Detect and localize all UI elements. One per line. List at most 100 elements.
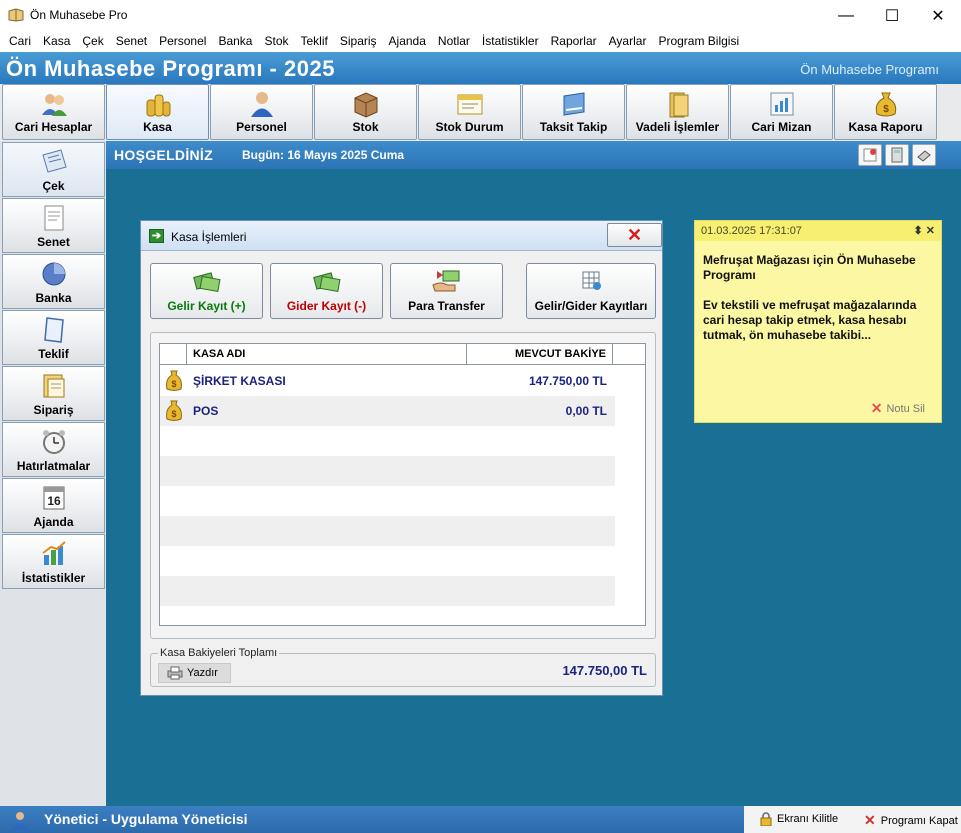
- sidebar-item-siparis[interactable]: Sipariş: [2, 366, 105, 421]
- quit-program-button[interactable]: ✕ Programı Kapat: [864, 812, 958, 829]
- note-body: Mefruşat Mağazası için Ön Muhasebe Progr…: [703, 253, 917, 342]
- toolbar-taksit-takip-button[interactable]: Taksit Takip: [522, 84, 625, 140]
- money-icon: [312, 272, 340, 293]
- column-header-kasa-adi[interactable]: KASA ADI: [187, 344, 467, 365]
- menu-senet[interactable]: Senet: [110, 31, 153, 52]
- menu-stok[interactable]: Stok: [258, 31, 294, 52]
- toolbar-label: Kasa: [143, 120, 172, 134]
- menu-notlar[interactable]: Notlar: [432, 31, 476, 52]
- sidebar-item-ajanda[interactable]: 16 Ajanda: [2, 478, 105, 533]
- total-balance: 147.750,00 TL: [562, 663, 647, 678]
- lock-screen-button[interactable]: Ekranı Kilitle: [760, 812, 838, 826]
- sidebar-item-senet[interactable]: Senet: [2, 198, 105, 253]
- menu-raporlar[interactable]: Raporlar: [545, 31, 603, 52]
- money-icon: [192, 272, 220, 293]
- toolbar-cari-mizan-button[interactable]: Cari Mizan: [730, 84, 833, 140]
- table-row-empty: [160, 576, 615, 606]
- notes-button[interactable]: [858, 144, 882, 166]
- sidebar-item-istatistikler[interactable]: İstatistikler: [2, 534, 105, 589]
- print-button[interactable]: Yazdır: [158, 663, 231, 683]
- toolbar-label: Stok Durum: [435, 120, 504, 134]
- sticky-note: 01.03.2025 17:31:07 ⬍ ✕ Mefruşat Mağazas…: [694, 220, 942, 423]
- status-actions: Ekranı Kilitle ✕ Programı Kapat: [744, 806, 961, 833]
- money-bag-icon: $: [875, 92, 896, 117]
- resize-icon[interactable]: ⬍: [914, 225, 923, 237]
- menu-cari[interactable]: Cari: [3, 31, 37, 52]
- toolbar-label: Cari Hesaplar: [14, 120, 93, 134]
- toolbar-personel-button[interactable]: Personel: [210, 84, 313, 140]
- table-row[interactable]: $ POS 0,00 TL: [160, 396, 615, 426]
- note-timestamp: 01.03.2025 17:31:07: [701, 225, 802, 237]
- welcome-text: HOŞGELDİNİZ: [114, 147, 213, 163]
- user-icon: [12, 812, 28, 830]
- button-label: Gider Kayıt (-): [286, 299, 367, 313]
- lock-icon: [760, 812, 772, 826]
- lock-label: Ekranı Kilitle: [777, 813, 839, 825]
- app-icon: [8, 8, 24, 22]
- alarm-clock-icon: [42, 430, 65, 454]
- statistics-icon: [41, 541, 66, 565]
- transfer-icon: [431, 270, 459, 292]
- toolbar-vadeli-islemler-button[interactable]: Vadeli İşlemler: [626, 84, 729, 140]
- cheque-icon: [41, 149, 67, 173]
- sidebar-item-teklif[interactable]: Teklif: [2, 310, 105, 365]
- sidebar-item-label: Çek: [42, 179, 65, 193]
- menu-siparis[interactable]: Sipariş: [334, 31, 383, 52]
- sidebar-item-cek[interactable]: Çek: [2, 142, 105, 197]
- note-close-icon[interactable]: ✕: [926, 225, 935, 237]
- kasa-balance: 0,00 TL: [565, 404, 607, 418]
- row-selector-header: [160, 344, 187, 365]
- menu-program-bilgisi[interactable]: Program Bilgisi: [652, 31, 745, 52]
- para-transfer-button[interactable]: Para Transfer: [390, 263, 503, 319]
- menu-bar: Cari Kasa Çek Senet Personel Banka Stok …: [0, 31, 961, 52]
- menu-teklif[interactable]: Teklif: [295, 31, 334, 52]
- sidebar-item-label: Senet: [37, 235, 70, 249]
- toolbar-kasa-raporu-button[interactable]: $ Kasa Raporu: [834, 84, 937, 140]
- gelir-kayit-button[interactable]: Gelir Kayıt (+): [150, 263, 263, 319]
- order-icon: [43, 374, 64, 398]
- card-icon: [563, 92, 584, 116]
- menu-banka[interactable]: Banka: [212, 31, 258, 52]
- toolbar-cari-hesaplar-button[interactable]: Cari Hesaplar: [2, 84, 105, 140]
- kasa-table[interactable]: KASA ADI MEVCUT BAKİYE $ ŞİRKET KASASI 1…: [159, 343, 646, 626]
- table-row-empty: [160, 606, 615, 625]
- minimize-button[interactable]: —: [823, 0, 869, 31]
- calendar-icon: 16: [43, 486, 64, 510]
- sidebar-item-hatirlatmalar[interactable]: Hatırlatmalar: [2, 422, 105, 477]
- dialog-close-button[interactable]: ✕: [607, 223, 662, 247]
- totals-legend: Kasa Bakiyeleri Toplamı: [158, 647, 280, 659]
- totals-group: Kasa Bakiyeleri Toplamı Yazdır 147.750,0…: [150, 647, 656, 687]
- toolbar-kasa-button[interactable]: Kasa: [106, 84, 209, 140]
- sidebar-item-label: Teklif: [38, 347, 69, 361]
- column-header-mevcut-bakiye[interactable]: MEVCUT BAKİYE: [467, 344, 613, 365]
- calculator-button[interactable]: [885, 144, 909, 166]
- svg-text:$: $: [171, 409, 176, 419]
- kasa-islemleri-dialog: ➔ Kasa İşlemleri ✕ Gelir Kayıt (+) Gider…: [140, 220, 663, 696]
- menu-cek[interactable]: Çek: [76, 31, 109, 52]
- gider-kayit-button[interactable]: Gider Kayıt (-): [270, 263, 383, 319]
- kasa-name: ŞİRKET KASASI: [193, 374, 286, 388]
- menu-personel[interactable]: Personel: [153, 31, 212, 52]
- menu-ayarlar[interactable]: Ayarlar: [603, 31, 653, 52]
- svg-text:$: $: [171, 379, 176, 389]
- toolbar-stok-button[interactable]: Stok: [314, 84, 417, 140]
- note-delete-button[interactable]: ✕ Notu Sil: [871, 400, 925, 417]
- menu-kasa[interactable]: Kasa: [37, 31, 76, 52]
- table-row-empty: [160, 426, 615, 456]
- menu-ajanda[interactable]: Ajanda: [383, 31, 432, 52]
- toolbar-label: Stok: [352, 120, 379, 134]
- gelir-gider-kayitlari-button[interactable]: Gelir/Gider Kayıtları: [526, 263, 656, 319]
- table-row-empty: [160, 486, 615, 516]
- menu-istatistikler[interactable]: İstatistikler: [476, 31, 545, 52]
- quit-icon: ✕: [864, 812, 876, 828]
- close-button[interactable]: ✕: [915, 0, 961, 31]
- banner: Ön Muhasebe Programı - 2025 Ön Muhasebe …: [0, 52, 961, 84]
- svg-text:16: 16: [47, 494, 61, 508]
- button-label: Para Transfer: [408, 299, 485, 313]
- sidebar-item-banka[interactable]: Banka: [2, 254, 105, 309]
- table-row[interactable]: $ ŞİRKET KASASI 147.750,00 TL: [160, 366, 615, 396]
- toolbar-stok-durum-button[interactable]: Stok Durum: [418, 84, 521, 140]
- arrow-right-icon: ➔: [149, 229, 164, 243]
- eraser-button[interactable]: [912, 144, 936, 166]
- maximize-button[interactable]: ☐: [869, 0, 915, 31]
